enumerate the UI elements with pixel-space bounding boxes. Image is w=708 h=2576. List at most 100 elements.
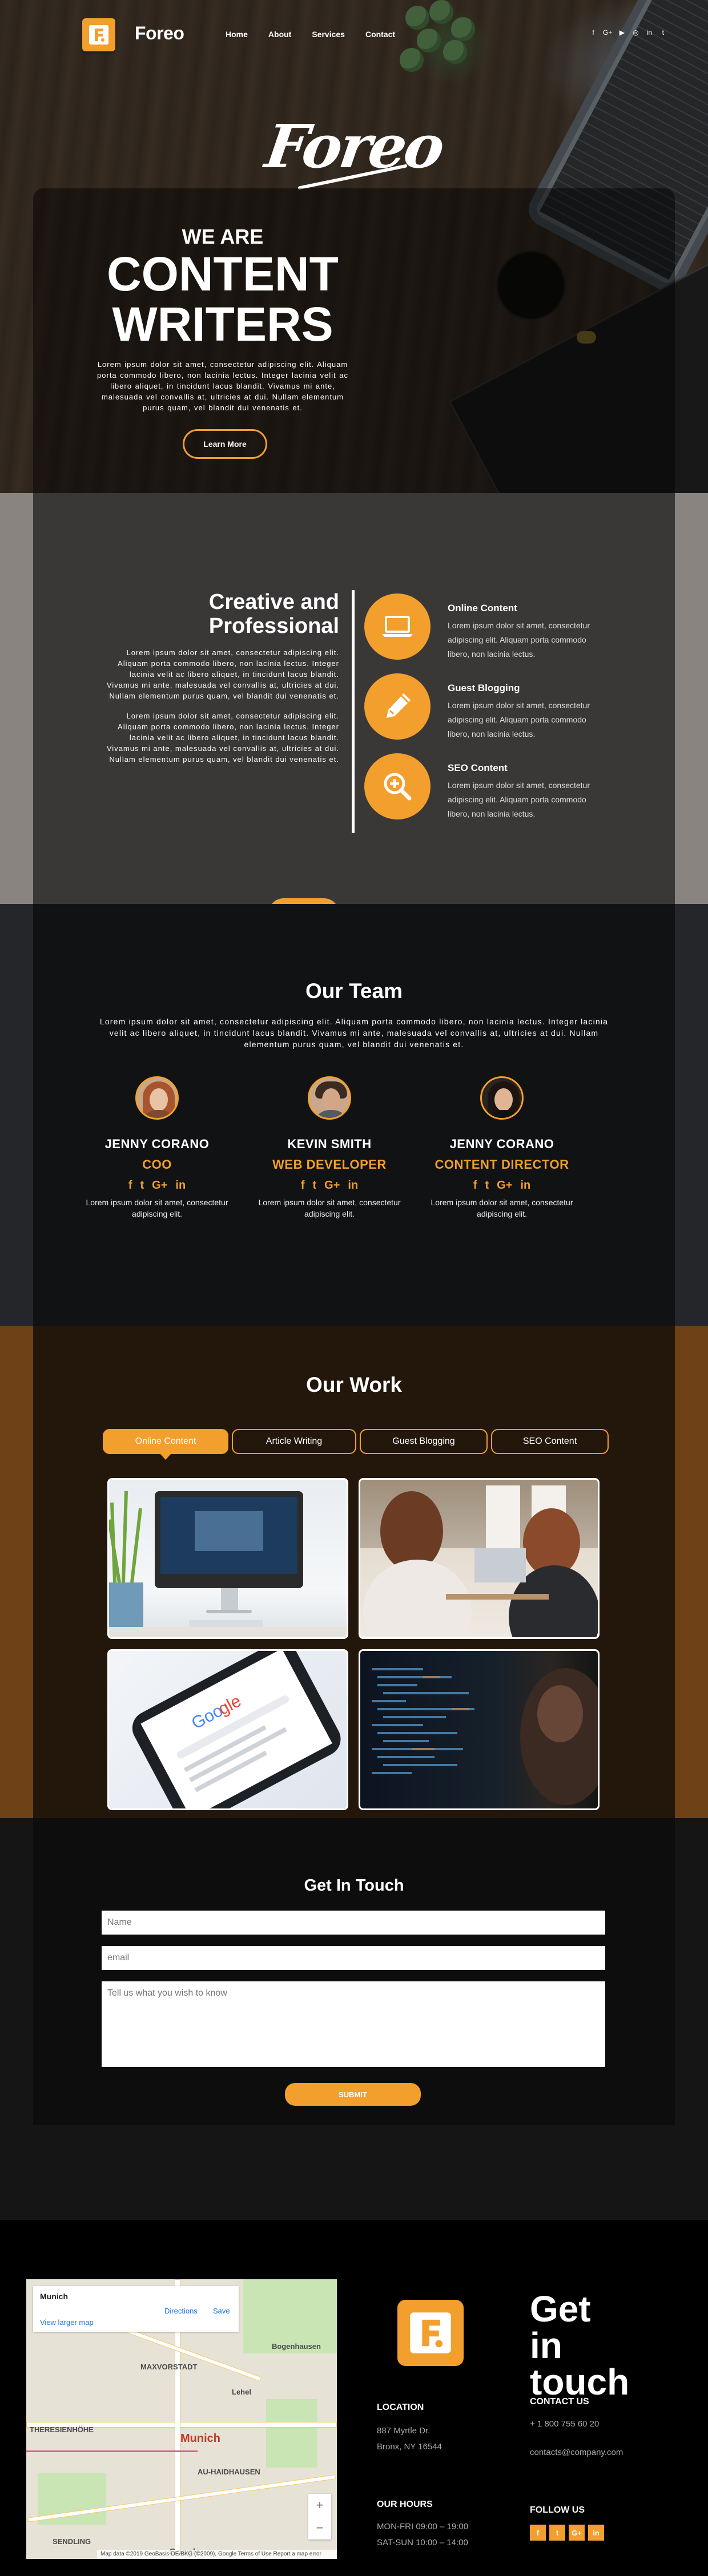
avatar (135, 1076, 179, 1120)
member-role: CONTENT DIRECTOR (435, 1157, 569, 1172)
map-label: Lehel (232, 2388, 251, 2396)
address-line-1: 887 Myrtle Dr. (377, 2426, 431, 2436)
about-text: Creative and Professional Lorem ipsum do… (96, 590, 339, 929)
member-role: COO (142, 1157, 172, 1172)
twitter-icon[interactable]: t (140, 1179, 144, 1192)
tab-article-writing[interactable]: Article Writing (232, 1429, 356, 1454)
tab-seo-content[interactable]: SEO Content (491, 1429, 609, 1454)
map-label: THERESIENHÖHE (30, 2425, 94, 2434)
member-desc: Lorem ipsum dolor sit amet, consectetur … (86, 1198, 228, 1218)
facebook-icon[interactable]: f (589, 29, 597, 37)
pencil-icon (364, 673, 431, 740)
menu-contact[interactable]: Contact (365, 30, 395, 39)
google-plus-icon[interactable]: G+ (569, 2525, 585, 2541)
map-label: MAXVORSTADT (140, 2363, 198, 2371)
youtube-icon[interactable]: ▶ (618, 29, 626, 37)
member-social: f t G+ in (425, 1179, 579, 1192)
facebook-icon[interactable]: f (301, 1179, 305, 1192)
team-intro: Lorem ipsum dolor sit amet, consectetur … (99, 1017, 609, 1049)
google-plus-icon[interactable]: G+ (603, 29, 612, 37)
directions-link[interactable]: Directions (164, 2307, 198, 2315)
service-title: Online Content (448, 603, 517, 613)
footer: Munich View larger map Directions Save M… (0, 2220, 708, 2576)
hero-line-3: WRITERS (112, 297, 333, 351)
map-attribution: Map data ©2019 GeoBasis-DE/BKG (©2009), … (97, 2550, 337, 2559)
portfolio-image-coding-screen[interactable] (359, 1649, 600, 1810)
message-field[interactable] (102, 1981, 605, 2067)
team-member: KEVIN SMITH WEB DEVELOPER f t G+ in Lore… (252, 1076, 407, 1220)
about-section: Creative and Professional Lorem ipsum do… (33, 493, 675, 929)
hours-title: OUR HOURS (377, 2500, 433, 2509)
google-plus-icon[interactable]: G+ (324, 1179, 340, 1192)
instagram-icon[interactable]: ◎ (631, 29, 639, 37)
name-field[interactable] (102, 1911, 605, 1935)
email-field[interactable] (102, 1946, 605, 1970)
contact-us-title: CONTACT US (530, 2397, 589, 2407)
team-title: Our Team (305, 979, 403, 1003)
about-paragraph-1: Lorem ipsum dolor sit amet, consectetur … (106, 648, 339, 700)
learn-more-button[interactable]: Learn More (183, 429, 267, 459)
portfolio-image-phone-search[interactable]: Goo gle (107, 1649, 348, 1810)
twitter-icon[interactable]: t (312, 1179, 316, 1192)
hero-script-logo: Foreo (0, 111, 708, 181)
map-label: Bogenhausen (272, 2342, 321, 2351)
footer-social: f t G+ in (530, 2525, 604, 2541)
tab-guest-blogging[interactable]: Guest Blogging (360, 1429, 488, 1454)
phone-number[interactable]: + 1 800 755 60 20 (530, 2416, 599, 2432)
portfolio-image-desk-monitor[interactable] (107, 1478, 348, 1639)
portfolio-image-team-meeting[interactable] (359, 1478, 600, 1639)
menu-home[interactable]: Home (226, 30, 248, 39)
linkedin-icon[interactable]: in (175, 1179, 186, 1192)
zoom-out-icon[interactable]: − (308, 2517, 331, 2539)
team-member: JENNY CORANO COO f t G+ in Lorem ipsum d… (80, 1076, 234, 1220)
save-link[interactable]: Save (213, 2307, 230, 2315)
google-plus-icon[interactable]: G+ (497, 1179, 512, 1192)
facebook-icon[interactable]: f (473, 1179, 477, 1192)
twitter-icon[interactable]: t (549, 2525, 565, 2541)
work-section: Our Work Online Content Article Writing … (33, 1326, 675, 1818)
work-title: Our Work (306, 1373, 402, 1396)
main-menu: Home About Services Contact (226, 30, 395, 39)
member-desc: Lorem ipsum dolor sit amet, consectetur … (258, 1198, 401, 1218)
view-larger-map-link[interactable]: View larger map (40, 2318, 94, 2327)
map-zoom-controls[interactable]: + − (308, 2494, 331, 2539)
brand-logo-icon[interactable] (82, 18, 115, 51)
hours-weekdays: MON-FRI 09:00 – 19:00 (377, 2522, 469, 2531)
menu-services[interactable]: Services (312, 30, 345, 39)
magnifier-icon (364, 753, 431, 819)
member-social: f t G+ in (252, 1179, 407, 1192)
about-paragraph-2: Lorem ipsum dolor sit amet, consectetur … (106, 712, 339, 764)
linkedin-icon[interactable]: in (588, 2525, 604, 2541)
email-address[interactable]: contacts@company.com (530, 2445, 623, 2461)
service-seo-content: SEO Content Lorem ipsum dolor sit amet, … (364, 753, 650, 822)
twitter-icon[interactable]: t (659, 29, 667, 37)
twitter-icon[interactable]: t (485, 1179, 489, 1192)
hero-text: WE ARE CONTENT WRITERS Lorem ipsum dolor… (91, 225, 354, 413)
menu-about[interactable]: About (268, 30, 291, 39)
facebook-icon[interactable]: f (128, 1179, 132, 1192)
social-links: f G+ ▶ ◎ in t (589, 29, 667, 37)
avatar (308, 1076, 351, 1120)
linkedin-icon[interactable]: in (645, 29, 653, 37)
google-map[interactable]: Munich View larger map Directions Save M… (26, 2279, 337, 2559)
hero-line-1: WE ARE (182, 225, 264, 248)
brand-name[interactable]: Foreo (135, 23, 184, 44)
hero-paragraph: Lorem ipsum dolor sit amet, consectetur … (97, 360, 348, 412)
linkedin-icon[interactable]: in (520, 1179, 530, 1192)
tab-online-content[interactable]: Online Content (103, 1429, 228, 1460)
submit-button[interactable]: SUBMIT (285, 2083, 421, 2106)
facebook-icon[interactable]: f (530, 2525, 546, 2541)
service-title: Guest Blogging (448, 683, 520, 693)
team-section: Our Team Lorem ipsum dolor sit amet, con… (33, 904, 675, 1326)
footer-logo-icon (397, 2300, 464, 2366)
work-tabs: Online Content Article Writing Guest Blo… (103, 1429, 609, 1460)
avatar (480, 1076, 524, 1120)
linkedin-icon[interactable]: in (348, 1179, 358, 1192)
contact-title: Get In Touch (304, 1876, 404, 1895)
google-plus-icon[interactable]: G+ (152, 1179, 167, 1192)
top-nav: Foreo Home About Services Contact f G+ ▶… (0, 0, 708, 63)
service-text: Lorem ipsum dolor sit amet, consectetur … (448, 621, 590, 659)
member-name: KEVIN SMITH (287, 1137, 372, 1151)
member-name: JENNY CORANO (449, 1137, 554, 1151)
zoom-in-icon[interactable]: + (308, 2494, 331, 2517)
